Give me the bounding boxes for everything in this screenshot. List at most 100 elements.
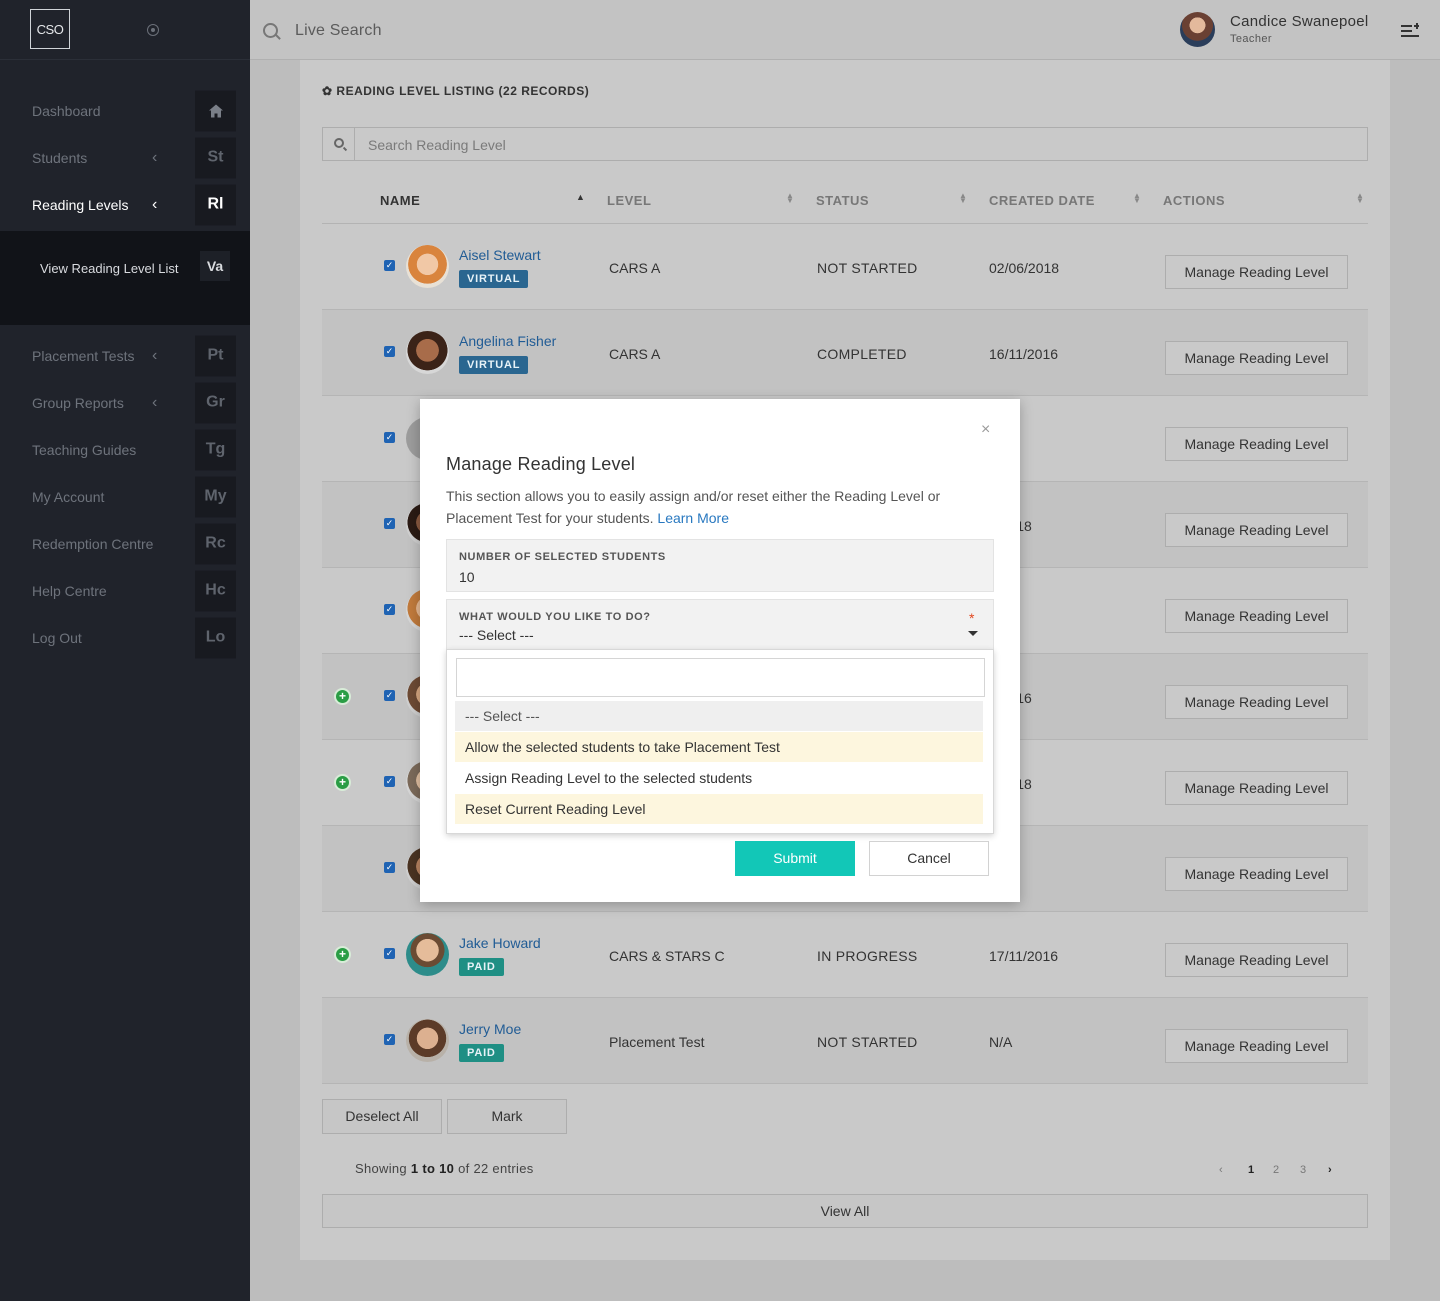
manage-reading-level-button[interactable]: Manage Reading Level [1165, 341, 1348, 375]
row-checkbox[interactable]: ✓ [384, 518, 395, 529]
sidebar-item-teaching-guides[interactable]: Teaching Guides Tg [0, 426, 250, 473]
sidebar-item-students[interactable]: Students ‹ St [0, 134, 250, 181]
chevron-left-icon: ‹ [152, 195, 158, 213]
row-checkbox[interactable]: ✓ [384, 1034, 395, 1045]
row-checkbox[interactable]: ✓ [384, 862, 395, 873]
learn-more-link[interactable]: Learn More [657, 510, 729, 526]
sidebar-item-my-account[interactable]: My Account My [0, 473, 250, 520]
caret-down-icon[interactable] [968, 631, 978, 636]
table-row: ✓ Aisel Stewart VIRTUAL CARS A NOT START… [322, 224, 1368, 310]
playlist-add-icon[interactable] [1401, 22, 1419, 38]
student-name-link[interactable]: Aisel Stewart [459, 247, 541, 263]
manage-reading-level-button[interactable]: Manage Reading Level [1165, 1029, 1348, 1063]
sidebar-item-redemption-centre[interactable]: Redemption Centre Rc [0, 520, 250, 567]
page-link-2[interactable]: 2 [1273, 1164, 1279, 1176]
dropdown-option[interactable]: Assign Reading Level to the selected stu… [455, 763, 983, 793]
prev-page-icon[interactable]: ‹ [1219, 1164, 1223, 1176]
row-checkbox[interactable]: ✓ [384, 948, 395, 959]
user-role: Teacher [1230, 33, 1272, 45]
deselect-all-button[interactable]: Deselect All [322, 1099, 442, 1134]
sidebar-item-log-out[interactable]: Log Out Lo [0, 614, 250, 661]
row-checkbox[interactable]: ✓ [384, 690, 395, 701]
page-link-3[interactable]: 3 [1300, 1164, 1306, 1176]
cso-logo[interactable]: CSO [30, 9, 70, 49]
column-header-actions[interactable]: ACTIONS [1163, 193, 1225, 208]
listing-title-text: READING LEVEL LISTING (22 RECORDS) [336, 84, 590, 98]
dropdown-option[interactable]: Allow the selected students to take Plac… [455, 732, 983, 762]
column-header-level[interactable]: LEVEL [607, 193, 651, 208]
action-select-value[interactable]: --- Select --- [459, 627, 534, 643]
manage-reading-level-button[interactable]: Manage Reading Level [1165, 771, 1348, 805]
table-search-box[interactable]: Search Reading Level [322, 127, 1368, 161]
dropdown-option[interactable]: Reset Current Reading Level [455, 794, 983, 824]
cancel-button[interactable]: Cancel [869, 841, 989, 876]
student-name-link[interactable]: Angelina Fisher [459, 333, 556, 349]
student-name-link[interactable]: Jerry Moe [459, 1021, 521, 1037]
sidebar-item-label: Students [32, 149, 88, 166]
sidebar-item-reading-levels[interactable]: Reading Levels ‹ Rl [0, 181, 250, 228]
column-header-name[interactable]: NAME [380, 193, 420, 208]
expand-row-icon[interactable]: + [334, 688, 351, 705]
sidebar-toggle-icon[interactable] [147, 24, 159, 36]
manage-reading-level-button[interactable]: Manage Reading Level [1165, 513, 1348, 547]
row-checkbox[interactable]: ✓ [384, 776, 395, 787]
field-label: WHAT WOULD YOU LIKE TO DO? [459, 611, 651, 623]
view-all-button[interactable]: View All [322, 1194, 1368, 1228]
listing-title: ✿ READING LEVEL LISTING (22 RECORDS) [322, 84, 589, 98]
manage-reading-level-button[interactable]: Manage Reading Level [1165, 943, 1348, 977]
sidebar-item-badge: Rc [195, 523, 236, 564]
avatar[interactable] [1180, 12, 1215, 47]
manage-reading-level-button[interactable]: Manage Reading Level [1165, 685, 1348, 719]
reading-level-search-input[interactable]: Search Reading Level [368, 137, 506, 153]
status-cell: COMPLETED [817, 346, 907, 362]
sort-icon[interactable]: ▲ ▼ [959, 192, 967, 205]
row-checkbox[interactable]: ✓ [384, 346, 395, 357]
dropdown-search-input[interactable] [456, 658, 985, 697]
sidebar-item-group-reports[interactable]: Group Reports ‹ Gr [0, 379, 250, 426]
sort-icon[interactable]: ▲ ▼ [786, 192, 794, 205]
sort-asc-icon[interactable]: ▲ [576, 193, 585, 202]
selected-students-count: 10 [459, 569, 475, 585]
page-link-1[interactable]: 1 [1248, 1164, 1254, 1176]
table-row: ✓ Jerry Moe PAID Placement Test NOT STAR… [322, 998, 1368, 1084]
sidebar-item-placement-tests[interactable]: Placement Tests ‹ Pt [0, 332, 250, 379]
expand-row-icon[interactable]: + [334, 946, 351, 963]
level-cell: CARS A [609, 260, 661, 276]
student-name-link[interactable]: Jake Howard [459, 935, 541, 951]
action-select[interactable]: WHAT WOULD YOU LIKE TO DO? * --- Select … [446, 599, 994, 650]
dropdown-option[interactable]: --- Select --- [455, 701, 983, 731]
sidebar-item-label: Reading Levels [32, 196, 129, 213]
mark-button[interactable]: Mark [447, 1099, 567, 1134]
submit-button[interactable]: Submit [735, 841, 855, 876]
manage-reading-level-modal: × Manage Reading Level This section allo… [420, 399, 1020, 902]
search-icon[interactable] [263, 23, 278, 38]
sidebar: CSO Dashboard Students ‹ St Reading Leve… [0, 0, 250, 1301]
row-checkbox[interactable]: ✓ [384, 260, 395, 271]
sort-icon[interactable]: ▲ ▼ [1133, 192, 1141, 205]
user-name[interactable]: Candice Swanepoel [1230, 13, 1369, 30]
manage-reading-level-button[interactable]: Manage Reading Level [1165, 427, 1348, 461]
manage-reading-level-button[interactable]: Manage Reading Level [1165, 255, 1348, 289]
sort-icon[interactable]: ▲ ▼ [1356, 192, 1364, 205]
status-badge: VIRTUAL [459, 356, 529, 374]
sidebar-divider [0, 59, 250, 60]
column-header-created-date[interactable]: CREATED DATE [989, 193, 1095, 208]
row-checkbox[interactable]: ✓ [384, 432, 395, 443]
sidebar-item-dashboard[interactable]: Dashboard [0, 87, 250, 134]
close-icon[interactable]: × [981, 421, 990, 439]
next-page-icon[interactable]: › [1328, 1164, 1332, 1176]
sidebar-subitem-badge: Va [200, 251, 230, 281]
manage-reading-level-button[interactable]: Manage Reading Level [1165, 599, 1348, 633]
sidebar-item-help-centre[interactable]: Help Centre Hc [0, 567, 250, 614]
date-cell: 16/11/2016 [989, 346, 1059, 362]
live-search-input[interactable]: Live Search [295, 22, 382, 40]
sidebar-subitem-view-reading-level-list[interactable]: View Reading Level List [40, 257, 180, 281]
row-checkbox[interactable]: ✓ [384, 604, 395, 615]
sidebar-item-label: Group Reports [32, 394, 124, 411]
status-badge: PAID [459, 958, 504, 976]
expand-row-icon[interactable]: + [334, 774, 351, 791]
sidebar-item-label: Dashboard [32, 102, 101, 119]
column-header-status[interactable]: STATUS [816, 193, 869, 208]
sidebar-item-label: Redemption Centre [32, 535, 154, 552]
manage-reading-level-button[interactable]: Manage Reading Level [1165, 857, 1348, 891]
